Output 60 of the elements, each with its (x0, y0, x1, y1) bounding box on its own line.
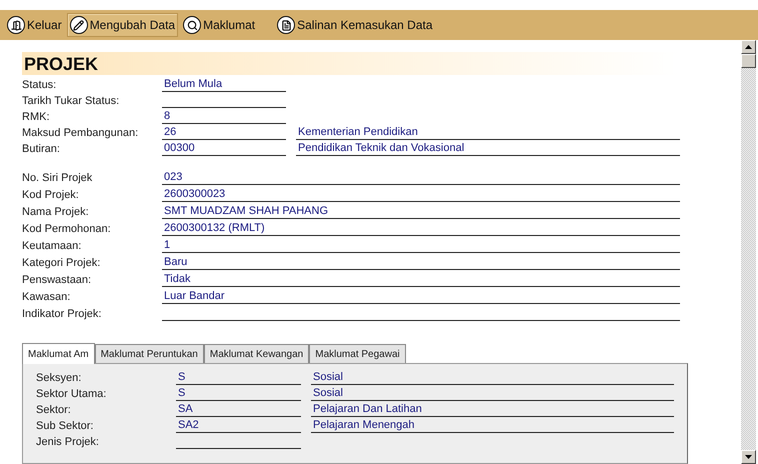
scroll-thumb[interactable] (741, 54, 756, 68)
field-label: Nama Projek: (22, 205, 90, 219)
door-icon (7, 16, 25, 34)
field-label: Keutamaan: (22, 239, 82, 253)
search-icon (183, 16, 202, 34)
document-icon (277, 16, 296, 34)
tab[interactable]: Maklumat Pegawai (309, 344, 406, 363)
field-label: Sektor Utama: (36, 387, 108, 401)
field-value[interactable]: S (176, 370, 301, 385)
section-title: PROJEK (23, 54, 98, 72)
field-description[interactable]: Pendidikan Teknik dan Vokasional (296, 141, 680, 156)
toolbar-button[interactable]: Mengubah Data (66, 13, 178, 37)
up-arrow-icon (745, 45, 752, 49)
scrollbar[interactable] (741, 40, 756, 464)
field-value[interactable]: 023 (162, 170, 680, 185)
field-description[interactable]: Pelajaran Dan Latihan (311, 402, 674, 417)
field-label: Sektor: (36, 403, 72, 417)
tab[interactable]: Maklumat Peruntukan (94, 344, 204, 363)
field-value[interactable]: Baru (162, 255, 680, 270)
field-label: Kod Permohonan: (22, 222, 112, 236)
field-label: Maksud Pembangunan: (22, 126, 140, 140)
field-value[interactable]: SA2 (176, 418, 301, 433)
field-label: Kawasan: (22, 290, 72, 304)
field-value[interactable]: SA (176, 402, 301, 417)
field-value[interactable]: 2600300023 (162, 187, 680, 202)
tab[interactable]: Maklumat Kewangan (204, 344, 310, 363)
field-label: Status: (22, 78, 58, 92)
field-label: Sub Sektor: (36, 419, 94, 433)
field-value[interactable]: Tidak (162, 272, 680, 287)
field-label: Kategori Projek: (22, 256, 102, 270)
scroll-down-button[interactable] (741, 450, 756, 464)
field-value[interactable]: 1 (162, 238, 680, 253)
field-label: No. Siri Projek (22, 171, 94, 185)
pencil-icon (70, 16, 88, 34)
toolbar-button[interactable]: Maklumat (180, 13, 258, 37)
field-label: RMK: (22, 110, 50, 124)
field-value[interactable]: S (176, 386, 301, 401)
field-label: Tarikh Tukar Status: (22, 94, 120, 108)
field-label: Seksyen: (36, 371, 82, 385)
field-value[interactable]: Belum Mula (162, 77, 286, 92)
field-label: Kod Projek: (22, 188, 80, 202)
toolbar-button[interactable]: Salinan Kemasukan Data (274, 13, 436, 37)
field-value[interactable]: SMT MUADZAM SHAH PAHANG (162, 204, 680, 219)
field-description[interactable]: Sosial (311, 386, 674, 401)
field-value[interactable]: Luar Bandar (162, 289, 680, 304)
field-description[interactable]: Pelajaran Menengah (311, 418, 674, 433)
field-label: Penswastaan: (22, 273, 92, 287)
scroll-up-button[interactable] (741, 40, 756, 54)
field-label: Butiran: (22, 142, 61, 156)
field-description[interactable]: Kementerian Pendidikan (296, 125, 680, 140)
field-description[interactable]: Sosial (311, 370, 674, 385)
field-value[interactable]: 00300 (162, 141, 286, 156)
toolbar-button[interactable]: Keluar (4, 13, 65, 37)
field-value[interactable]: 2600300132 (RMLT) (162, 221, 680, 236)
field-label: Jenis Projek: (36, 435, 100, 449)
down-arrow-icon (745, 455, 752, 459)
field-value[interactable]: 26 (162, 125, 286, 140)
field-label: Indikator Projek: (22, 307, 102, 321)
field-value[interactable]: 8 (162, 109, 286, 124)
tab[interactable]: Maklumat Am (22, 343, 95, 364)
